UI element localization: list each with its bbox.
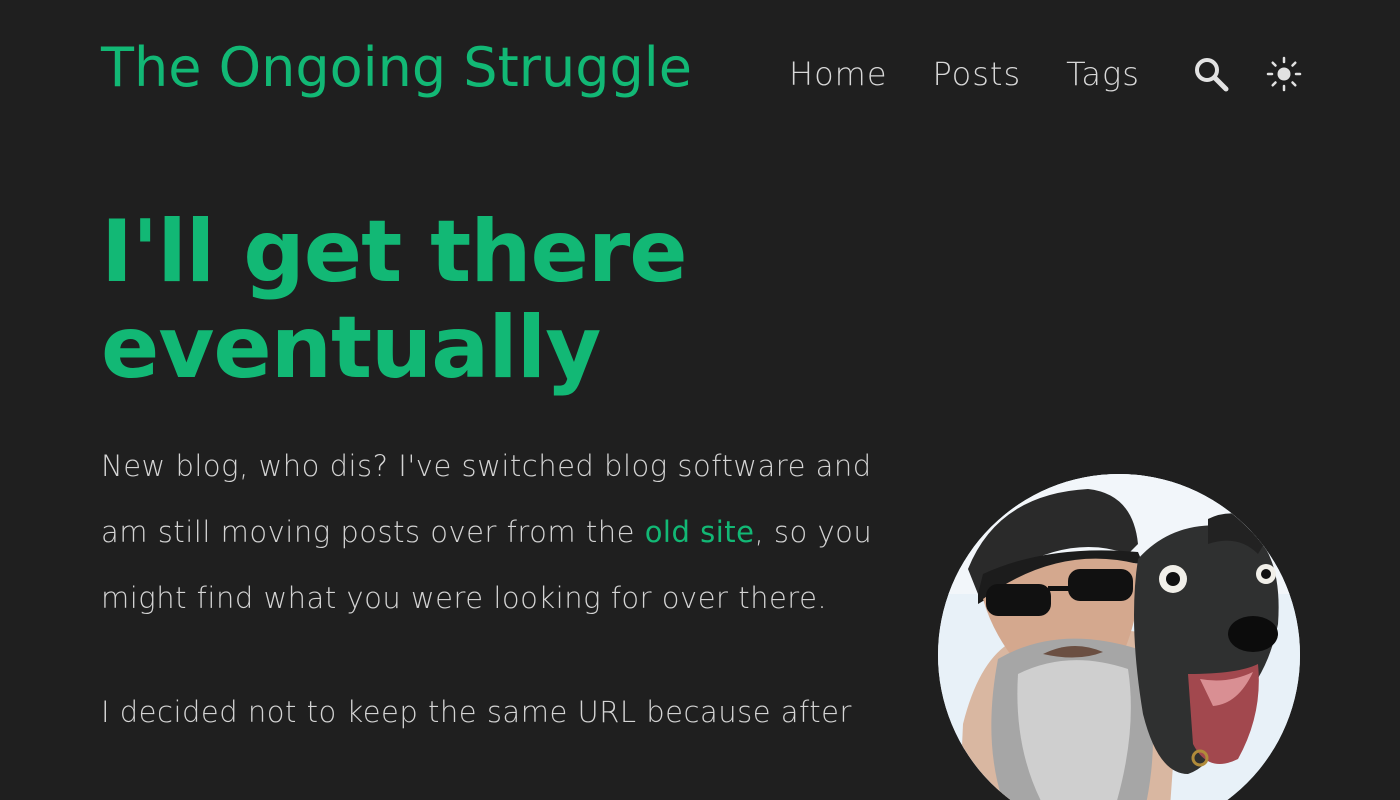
sun-icon bbox=[1266, 56, 1302, 92]
main-nav: Home Posts Tags bbox=[789, 52, 1140, 96]
theme-toggle-button[interactable] bbox=[1264, 54, 1304, 94]
nav-item-tags[interactable]: Tags bbox=[1066, 55, 1140, 93]
post-paragraph: I decided not to keep the same URL becau… bbox=[101, 695, 852, 729]
page: The Ongoing Struggle Home Posts Tags I'l… bbox=[0, 0, 1400, 800]
post-title: I'll get there eventually bbox=[101, 202, 688, 398]
search-button[interactable] bbox=[1191, 54, 1231, 94]
nav-item-home[interactable]: Home bbox=[789, 55, 888, 93]
search-icon bbox=[1195, 58, 1229, 92]
author-avatar bbox=[938, 474, 1300, 800]
site-title-link[interactable]: The Ongoing Struggle bbox=[101, 36, 692, 101]
nav-item-posts[interactable]: Posts bbox=[933, 55, 1022, 93]
post-paragraph: New blog, who dis? I've switched blog so… bbox=[101, 433, 881, 631]
old-site-link[interactable]: old site bbox=[645, 515, 755, 549]
avatar-photo bbox=[938, 474, 1300, 800]
post-body: New blog, who dis? I've switched blog so… bbox=[101, 433, 881, 793]
